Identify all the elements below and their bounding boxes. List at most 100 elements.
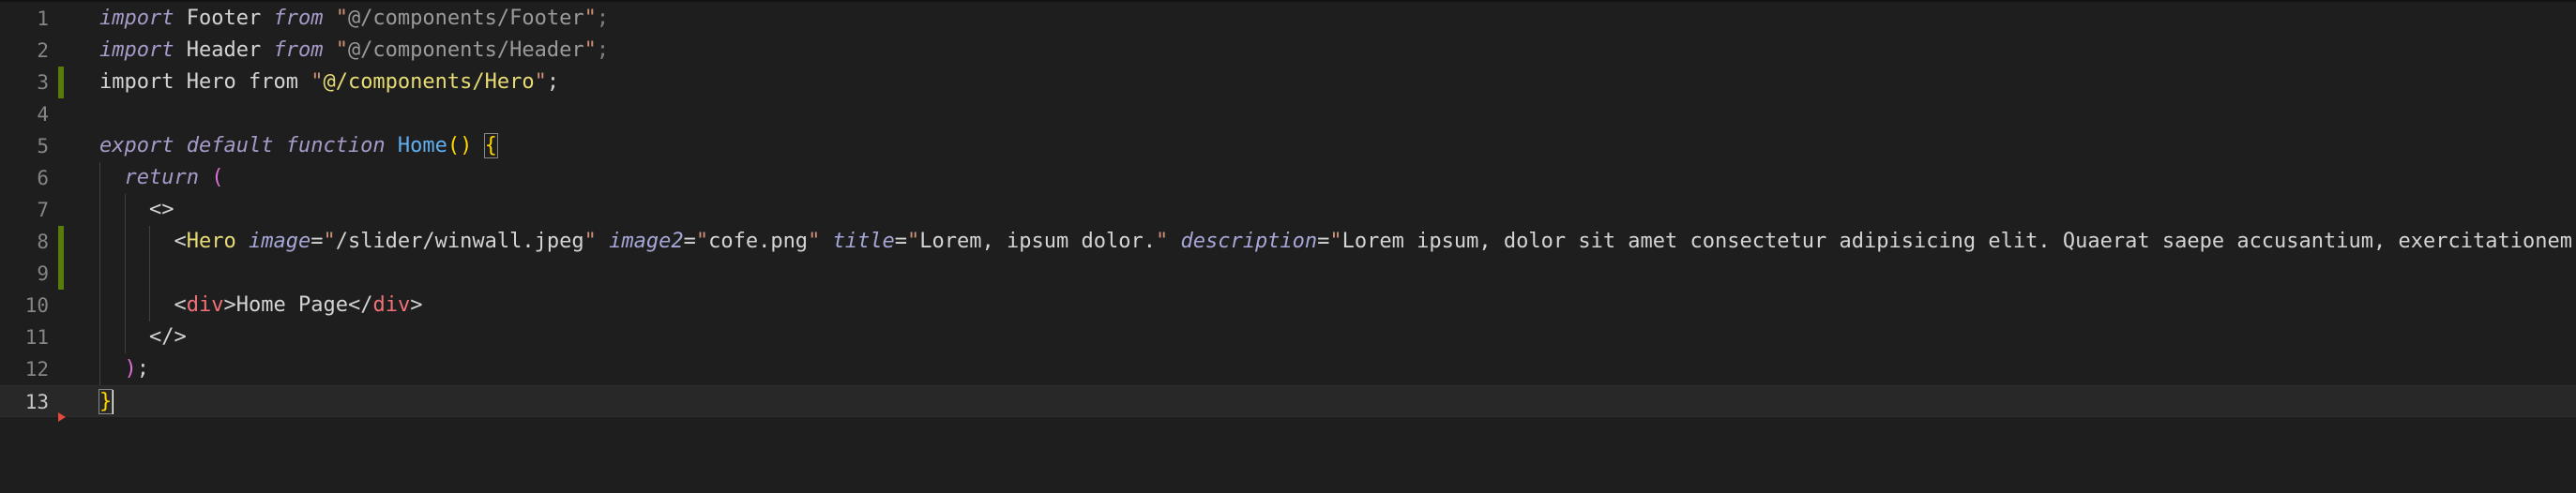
indent-guide [99,162,100,385]
line-number[interactable]: 4 [0,98,49,130]
code-line-6[interactable]: 6 return ( [0,162,2576,194]
code-token: " [323,230,336,253]
code-token: > [410,293,423,317]
git-modified-indicator[interactable] [58,226,64,258]
code-line-5[interactable]: 5 export default function Home() { [0,130,2576,162]
code-text[interactable]: <> [99,194,174,226]
code-token: @/components/Header [347,38,584,62]
code-text[interactable]: import Hero from "@/components/Hero"; [99,67,559,98]
code-token: " [335,7,348,30]
code-text[interactable]: } [98,386,114,418]
code-line-9[interactable]: 9 [0,258,2576,290]
code-text[interactable]: ); [99,353,150,385]
code-token: " [907,230,920,253]
line-number[interactable]: 8 [0,226,49,258]
line-number[interactable]: 11 [0,321,49,353]
indent-guide [124,194,126,353]
code-line-2[interactable]: 2 import Header from "@/components/Header… [0,35,2576,67]
code-token: image2 [609,230,684,253]
code-token: @/components/Footer [347,7,584,30]
code-token: </ [347,293,373,317]
code-line-13[interactable]: 13} [0,385,2576,417]
code-token: Lorem ipsum, dolor sit amet consectetur … [1341,230,2572,253]
code-line-7[interactable]: 7 <> [0,194,2576,226]
code-token: <> [148,198,174,221]
code-token: Header [174,38,274,62]
code-token: return [124,166,199,189]
code-token: export [99,134,174,157]
line-number[interactable]: 1 [0,3,49,35]
code-token: default [186,134,274,157]
code-token: () [447,134,473,157]
code-token: Lorem, ipsum dolor. [919,230,1156,253]
line-number[interactable]: 3 [0,67,49,98]
code-line-1[interactable]: 1 import Footer from "@/components/Footer… [0,3,2576,35]
code-line-3[interactable]: 3 import Hero from "@/components/Hero"; [0,67,2576,98]
error-marker-icon [58,412,66,422]
code-line-4[interactable]: 4 [0,98,2576,130]
code-token: " [311,70,324,94]
code-token: " [695,230,709,253]
code-token: from [273,38,324,62]
code-token: ) [124,357,137,381]
code-text[interactable]: export default function Home() { [99,130,498,162]
code-token: ; [596,38,610,62]
code-token: function [285,134,386,157]
code-line-8[interactable]: 8 <Hero image="/slider/winwall.jpeg" ima… [0,226,2576,258]
line-number[interactable]: 12 [0,353,49,385]
code-token: image [248,230,311,253]
line-number[interactable]: 5 [0,130,49,162]
code-token: < [174,230,187,253]
code-token: ; [546,70,560,94]
git-modified-indicator[interactable] [58,258,64,290]
line-number[interactable]: 10 [0,290,49,321]
text-cursor [112,390,114,414]
git-modified-indicator[interactable] [58,67,64,98]
code-token: description [1180,230,1318,253]
code-text[interactable]: return ( [99,162,224,194]
code-token: title [832,230,895,253]
code-token: = [894,230,908,253]
line-number[interactable]: 7 [0,194,49,226]
line-number[interactable]: 2 [0,35,49,67]
code-token: " [583,7,597,30]
code-token: import [99,38,174,62]
code-token: /slider/winwall.jpeg [335,230,584,253]
code-token: </> [148,325,187,349]
code-text[interactable]: import Footer from "@/components/Footer"… [99,3,609,35]
code-text[interactable]: <Hero image="/slider/winwall.jpeg" image… [99,226,2572,258]
code-token: cofe.png [708,230,809,253]
code-line-12[interactable]: 12 ); [0,353,2576,385]
code-token: " [583,230,597,253]
code-token: ; [136,357,149,381]
code-token: Footer [174,7,274,30]
code-text[interactable]: import Header from "@/components/Header"… [99,35,609,67]
line-number[interactable]: 9 [0,258,49,290]
line-number[interactable]: 6 [0,162,49,194]
code-text[interactable]: </> [99,321,187,353]
code-editor[interactable]: 1 import Footer from "@/components/Footer… [0,0,2576,493]
code-token: > [223,293,236,317]
code-line-10[interactable]: 10 <div>Home Page</div> [0,290,2576,321]
code-token: Home Page [235,293,348,317]
code-token: div [186,293,224,317]
code-text[interactable]: <div>Home Page</div> [99,290,422,321]
code-token: ( [211,166,224,189]
code-line-11[interactable]: 11 </> [0,321,2576,353]
code-token: " [808,230,821,253]
code-token: < [174,293,187,317]
line-number[interactable]: 13 [0,386,49,418]
code-token: { [483,133,498,158]
